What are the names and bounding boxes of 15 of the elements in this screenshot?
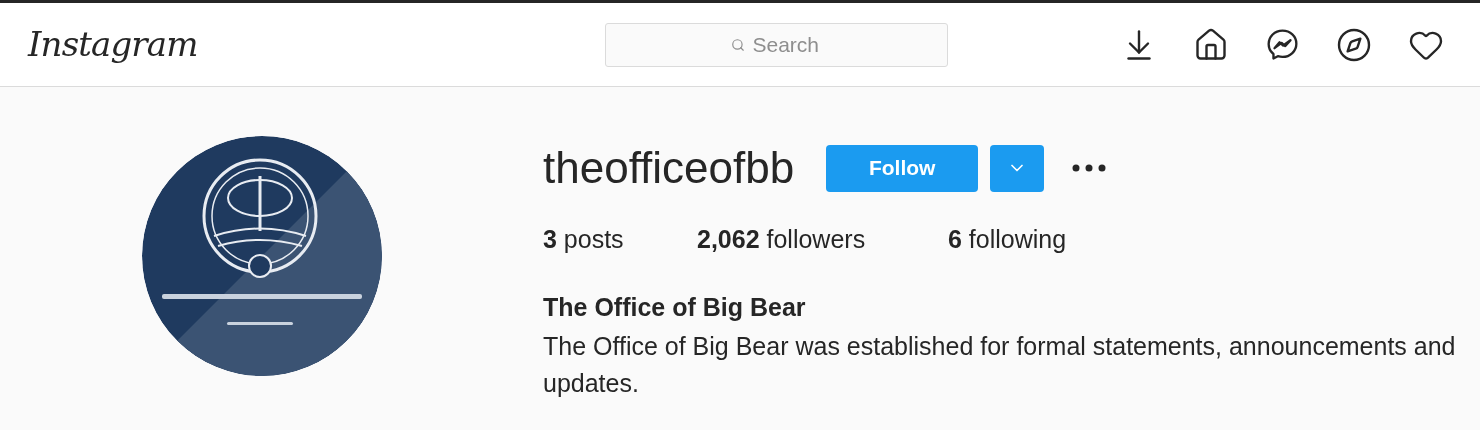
search-input[interactable]: Search (752, 28, 823, 61)
search-field[interactable]: Search (605, 22, 948, 67)
stat-link[interactable]: 6 following (948, 221, 1067, 259)
dropdown-button[interactable] (990, 144, 1045, 192)
more-icon[interactable] (1072, 164, 1107, 172)
bio-text: The Office of Big Bear was established for formal statements, announcements and updates. (543, 331, 1457, 399)
home-icon[interactable] (1193, 26, 1229, 63)
instagram-logo[interactable]: Instagram (28, 19, 605, 70)
messenger-icon[interactable] (1265, 27, 1300, 62)
compass-icon[interactable] (1336, 26, 1372, 63)
full-name: The Office of Big Bear (543, 291, 807, 323)
stat-link[interactable]: 2,062 followers (697, 221, 948, 259)
stat-link[interactable]: 3 posts (543, 221, 697, 259)
search-icon (730, 37, 745, 52)
username: theofficeofbb (543, 142, 795, 194)
